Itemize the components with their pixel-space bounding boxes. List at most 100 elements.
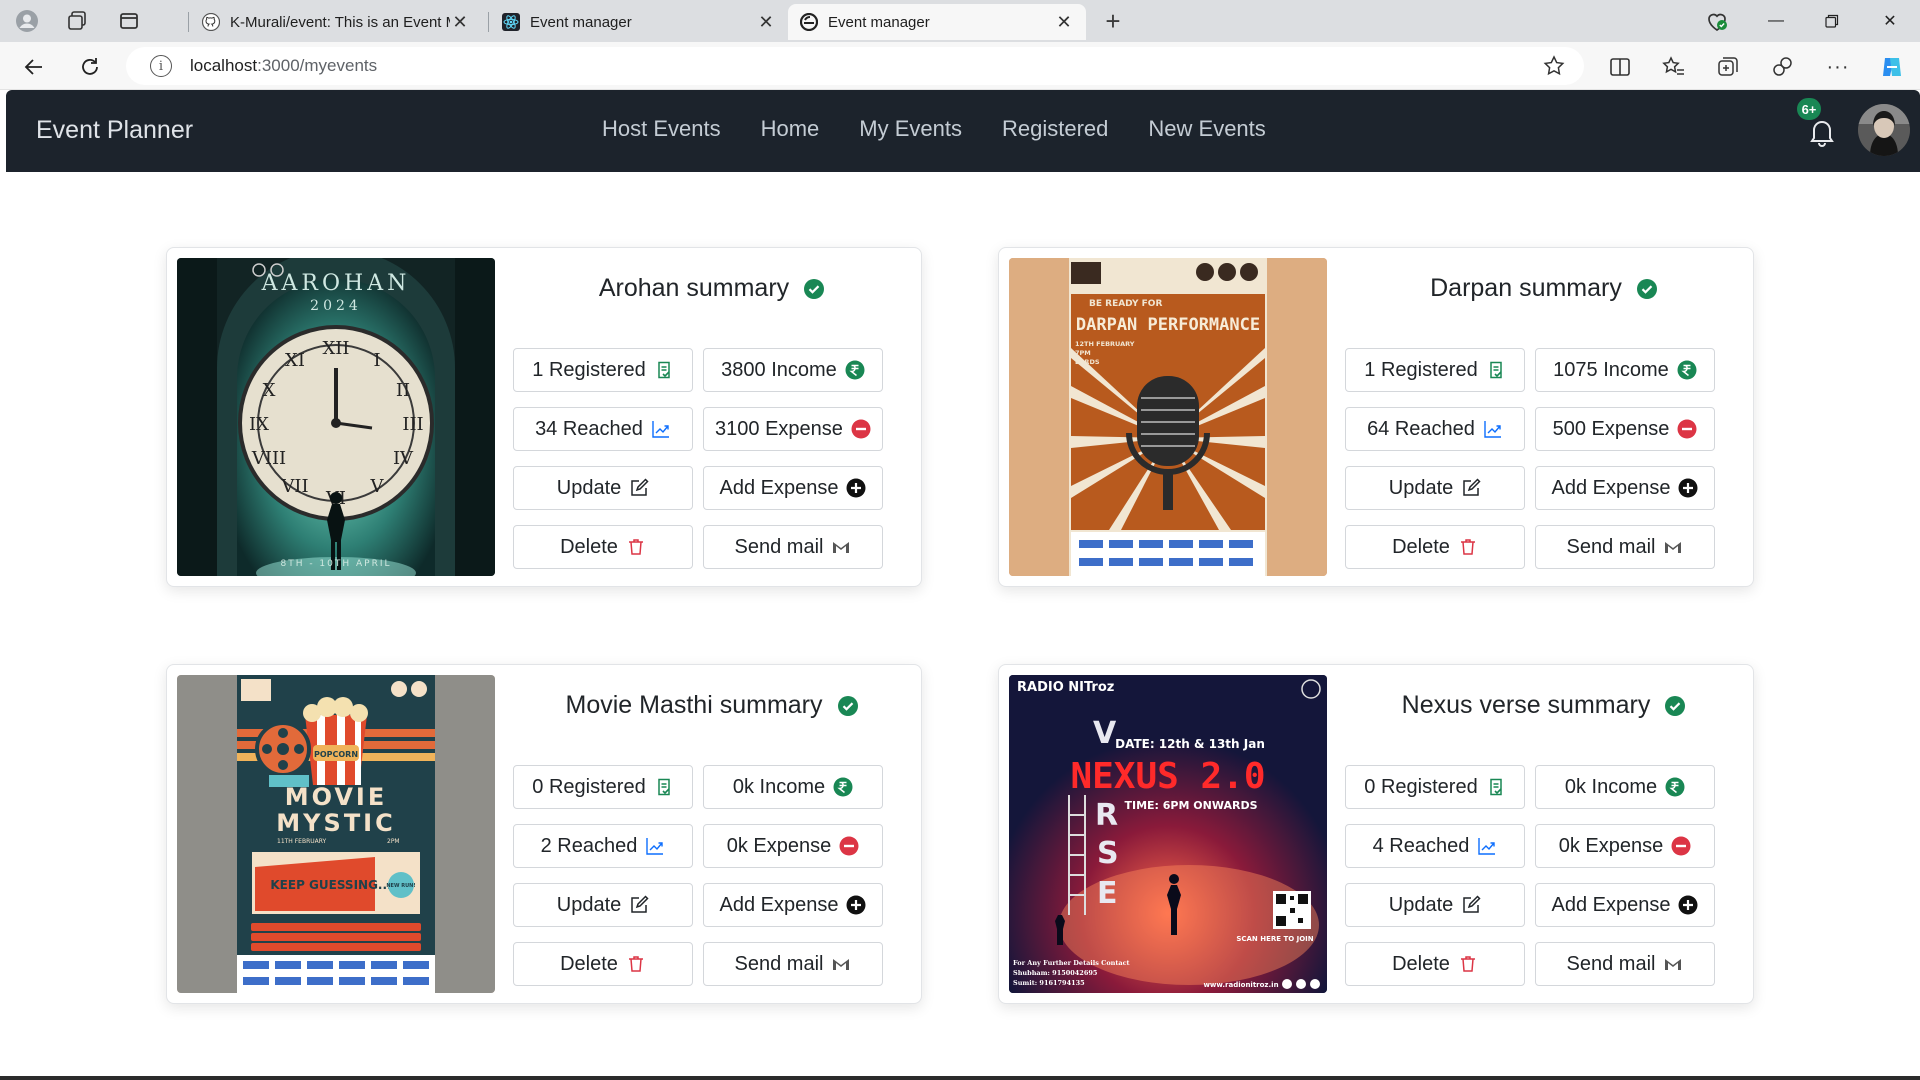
event-title-text: Arohan summary xyxy=(598,274,790,302)
registered-label: 0 Registered xyxy=(1364,775,1478,798)
add-expense-button[interactable]: Add Expense xyxy=(703,883,883,927)
rupee-icon xyxy=(1665,777,1685,797)
expense-button[interactable]: 0k Expense xyxy=(1535,824,1715,868)
tab-github[interactable]: K-Murali/event: This is an Event Managem… xyxy=(190,4,482,40)
send-mail-button[interactable]: Send mail xyxy=(703,942,883,986)
add-expense-button[interactable]: Add Expense xyxy=(1535,883,1715,927)
nav-my-events[interactable]: My Events xyxy=(859,116,962,142)
gmail-icon xyxy=(1663,954,1683,974)
refresh-icon[interactable] xyxy=(74,51,106,83)
nav-new-events[interactable]: New Events xyxy=(1148,116,1265,142)
copilot-icon[interactable] xyxy=(1876,51,1908,83)
tab-title: Event manager xyxy=(828,13,930,31)
send-mail-button[interactable]: Send mail xyxy=(1535,942,1715,986)
update-button[interactable]: Update xyxy=(513,466,693,510)
extensions-icon[interactable] xyxy=(1766,51,1798,83)
update-button[interactable]: Update xyxy=(1345,466,1525,510)
add-expense-label: Add Expense xyxy=(1551,893,1671,916)
app-navbar: Event Planner Host Events Home My Events… xyxy=(6,90,1920,172)
nexus-poster-title: NEXUS 2.0 xyxy=(1070,756,1265,797)
update-label: Update xyxy=(556,476,622,499)
svg-text:XI: XI xyxy=(285,350,305,371)
update-button[interactable]: Update xyxy=(1345,883,1525,927)
registered-count-button[interactable]: 0 Registered xyxy=(513,765,693,809)
restore-button[interactable] xyxy=(1804,0,1860,42)
profile-icon[interactable] xyxy=(12,6,42,36)
add-expense-button[interactable]: Add Expense xyxy=(1535,466,1715,510)
event-poster-darpan: BE READY FOR DARPAN PERFORMANCE 12TH FEB… xyxy=(1009,258,1327,576)
collections-icon[interactable] xyxy=(1712,51,1744,83)
darpan-poster-title: DARPAN PERFORMANCE xyxy=(1076,315,1260,335)
movie-poster-badge: NEW RUN! xyxy=(386,883,415,889)
brand-logo-text[interactable]: Event Planner xyxy=(36,116,193,145)
trending-chart-icon xyxy=(645,836,665,856)
expense-button[interactable]: 500 Expense xyxy=(1535,407,1715,451)
split-screen-icon[interactable] xyxy=(1604,51,1636,83)
reached-button[interactable]: 4 Reached xyxy=(1345,824,1525,868)
delete-button[interactable]: Delete xyxy=(513,525,693,569)
income-button[interactable]: 0k Income xyxy=(703,765,883,809)
reached-label: 34 Reached xyxy=(535,417,643,440)
reached-button[interactable]: 64 Reached xyxy=(1345,407,1525,451)
tab-event-manager-1[interactable]: Event manager ✕ xyxy=(490,4,788,40)
send-mail-button[interactable]: Send mail xyxy=(1535,525,1715,569)
nav-home[interactable]: Home xyxy=(761,116,820,142)
trending-chart-icon xyxy=(1477,836,1497,856)
registered-count-button[interactable]: 1 Registered xyxy=(513,348,693,392)
registered-label: 1 Registered xyxy=(532,358,646,381)
tab-actions-icon[interactable] xyxy=(114,6,144,36)
minus-circle-icon xyxy=(851,419,871,439)
close-window-button[interactable]: ✕ xyxy=(1862,0,1918,42)
svg-text:III: III xyxy=(402,414,423,435)
delete-button[interactable]: Delete xyxy=(1345,525,1525,569)
reached-button[interactable]: 2 Reached xyxy=(513,824,693,868)
tab-event-manager-2[interactable]: Event manager ✕ xyxy=(788,4,1086,40)
delete-button[interactable]: Delete xyxy=(1345,942,1525,986)
expense-button[interactable]: 3100 Expense xyxy=(703,407,883,451)
update-button[interactable]: Update xyxy=(513,883,693,927)
expense-button[interactable]: 0k Expense xyxy=(703,824,883,868)
minus-circle-icon xyxy=(1671,836,1691,856)
registered-count-button[interactable]: 1 Registered xyxy=(1345,348,1525,392)
add-expense-label: Add Expense xyxy=(719,893,839,916)
browser-essentials-icon[interactable] xyxy=(1702,6,1732,36)
add-expense-button[interactable]: Add Expense xyxy=(703,466,883,510)
avatar[interactable] xyxy=(1858,104,1910,156)
more-options-icon[interactable]: ··· xyxy=(1822,51,1854,83)
trash-icon xyxy=(1458,537,1478,557)
nav-host-events[interactable]: Host Events xyxy=(602,116,721,142)
minimize-button[interactable]: — xyxy=(1748,0,1804,42)
event-title: Darpan summary xyxy=(1339,274,1749,303)
expense-label: 500 Expense xyxy=(1552,417,1670,440)
new-tab-button[interactable]: + xyxy=(1098,6,1128,36)
registered-clipboard-icon xyxy=(1486,360,1506,380)
income-button[interactable]: 1075 Income xyxy=(1535,348,1715,392)
income-button[interactable]: 0k Income xyxy=(1535,765,1715,809)
minus-circle-icon xyxy=(839,836,859,856)
send-mail-button[interactable]: Send mail xyxy=(703,525,883,569)
movie-poster-date: 11TH FEBRUARY xyxy=(277,838,327,845)
workspaces-icon[interactable] xyxy=(62,6,92,36)
income-button[interactable]: 3800 Income xyxy=(703,348,883,392)
close-tab-icon[interactable]: ✕ xyxy=(1054,12,1074,33)
site-info-icon[interactable]: i xyxy=(150,55,172,77)
delete-button[interactable]: Delete xyxy=(513,942,693,986)
nexus-poster-website: www.radionitroz.in xyxy=(1203,981,1278,989)
registered-count-button[interactable]: 0 Registered xyxy=(1345,765,1525,809)
favorites-icon[interactable] xyxy=(1658,51,1690,83)
expense-label: 0k Expense xyxy=(1558,834,1664,857)
delete-label: Delete xyxy=(1392,952,1450,975)
registered-clipboard-icon xyxy=(654,777,674,797)
reached-button[interactable]: 34 Reached xyxy=(513,407,693,451)
address-bar[interactable]: i localhost:3000/myevents xyxy=(126,47,1584,85)
registered-clipboard-icon xyxy=(1486,777,1506,797)
back-arrow-icon[interactable] xyxy=(18,51,50,83)
nexus-poster-scan: SCAN HERE TO JOIN xyxy=(1236,935,1313,943)
event-title-text: Darpan summary xyxy=(1430,274,1622,302)
plus-circle-icon xyxy=(1678,895,1698,915)
close-tab-icon[interactable]: ✕ xyxy=(450,12,470,33)
income-label: 1075 Income xyxy=(1553,358,1669,381)
nav-registered[interactable]: Registered xyxy=(1002,116,1108,142)
close-tab-icon[interactable]: ✕ xyxy=(756,12,776,33)
favorite-star-icon[interactable] xyxy=(1538,50,1570,82)
